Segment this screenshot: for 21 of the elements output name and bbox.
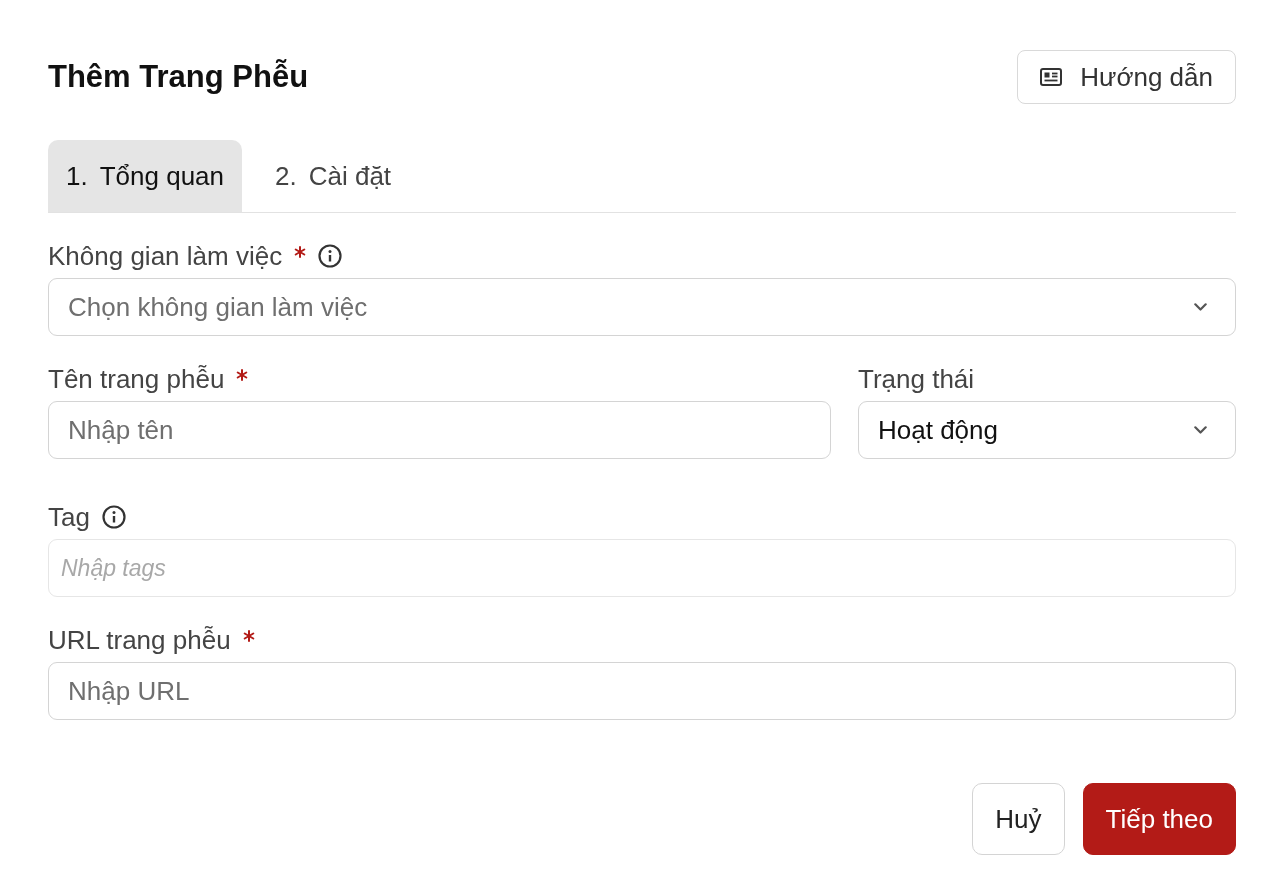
text-input-field[interactable]: Nhập URL bbox=[48, 662, 1236, 720]
card-icon bbox=[1040, 68, 1063, 86]
field-label: URL trang phễu bbox=[48, 625, 231, 655]
step-tab[interactable]: 1. Tổng quan bbox=[48, 140, 242, 212]
field-label: Tên trang phễu bbox=[48, 364, 225, 394]
info-icon[interactable] bbox=[318, 244, 343, 268]
page-title: Thêm Trang Phễu bbox=[48, 59, 309, 95]
next-button[interactable]: Tiếp theo bbox=[1082, 783, 1236, 855]
select-field[interactable]: Chọn không gian làm việc bbox=[48, 278, 1236, 336]
chevron-down-icon bbox=[1194, 426, 1207, 434]
step-tab[interactable]: 2. Cài đặt bbox=[257, 140, 410, 212]
guide-button[interactable]: Hướng dẫn bbox=[1017, 50, 1236, 104]
select-field[interactable]: Hoạt động bbox=[858, 401, 1236, 459]
tags-input-field[interactable]: Nhập tags bbox=[48, 539, 1236, 597]
chevron-down-icon bbox=[1194, 303, 1207, 311]
text-input-field[interactable]: Nhập tên bbox=[48, 401, 831, 459]
field-label: Trạng thái bbox=[858, 364, 975, 394]
field-label: Tag bbox=[48, 502, 90, 532]
info-icon[interactable] bbox=[101, 505, 126, 529]
field-label: Không gian làm việc bbox=[48, 241, 283, 271]
cancel-button[interactable]: Huỷ bbox=[972, 783, 1065, 855]
